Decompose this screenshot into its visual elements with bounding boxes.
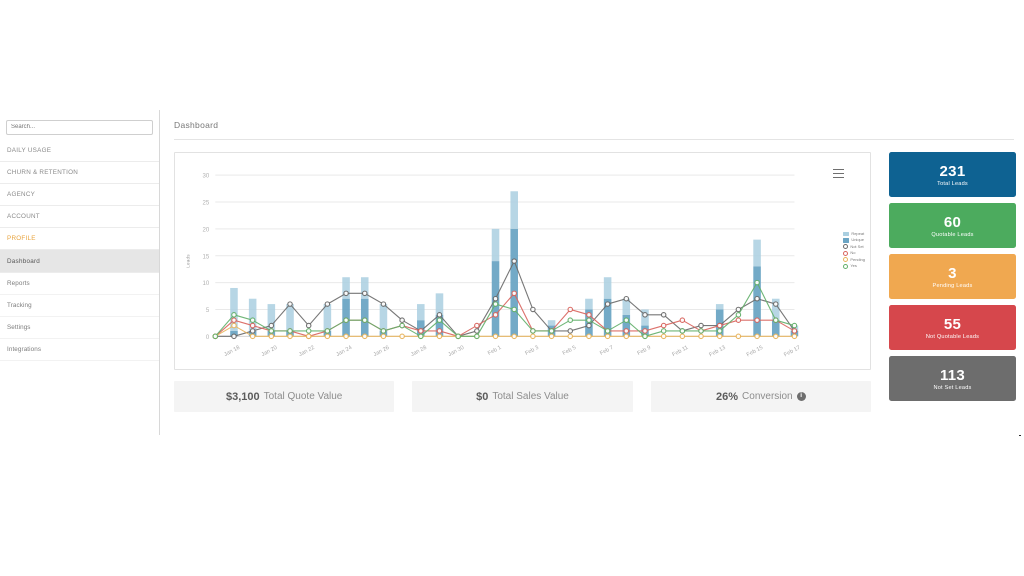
- sidebar-item-label: AGENCY: [7, 190, 36, 198]
- svg-text:10: 10: [203, 281, 210, 287]
- svg-text:5: 5: [206, 308, 210, 314]
- sidebar-item-tracking[interactable]: Tracking: [0, 294, 159, 317]
- stat-card-total-leads[interactable]: 231 Total Leads: [889, 152, 1016, 197]
- sidebar-nav: DAILY USAGE CHURN & RETENTION AGENCY ACCOUN…: [0, 139, 159, 362]
- svg-text:20: 20: [203, 227, 210, 233]
- summary-value: $0: [476, 390, 489, 403]
- legend-label: Yes: [850, 262, 857, 268]
- svg-text:Jan 20: Jan 20: [261, 345, 279, 358]
- summary-label: Total Quote Value: [263, 391, 343, 402]
- sidebar-item-integrations[interactable]: Integrations: [0, 339, 159, 362]
- sidebar-item-label: ACCOUNT: [7, 213, 40, 221]
- svg-text:30: 30: [203, 174, 210, 180]
- summary-box-conversion: 26% Conversion i: [650, 381, 871, 412]
- svg-text:Feb 13: Feb 13: [708, 345, 726, 359]
- stat-card-quotable-leads[interactable]: 60 Quotable Leads: [889, 203, 1016, 248]
- sidebar-item-daily-usage[interactable]: DAILY USAGE: [0, 139, 159, 162]
- sidebar-item-profile[interactable]: PROFILE: [0, 228, 159, 251]
- stat-card-not-set-leads[interactable]: 113 Not Set Leads: [889, 356, 1016, 401]
- sidebar-item-settings[interactable]: Settings: [0, 317, 159, 340]
- svg-text:Jan 24: Jan 24: [335, 345, 353, 358]
- svg-text:Feb 5: Feb 5: [562, 345, 578, 357]
- chart-column: Leads 0 5 10 15 20 25 30 Jan 18 Jan 20 Jan 22 Jan …: [174, 152, 871, 412]
- summary-box-total-quote-value: $3,100 Total Quote Value: [174, 381, 395, 412]
- summary-value: $3,100: [225, 390, 260, 403]
- svg-text:Feb 17: Feb 17: [783, 345, 801, 359]
- stat-cards-column: 231 Total Leads 60 Quotable Leads 3 Pending L…: [889, 152, 1016, 412]
- sidebar-item-label: Dashboard: [7, 257, 41, 265]
- svg-text:Jan 22: Jan 22: [298, 345, 316, 358]
- svg-text:Feb 3: Feb 3: [524, 345, 540, 357]
- stat-card-label: Not Quotable Leads: [925, 333, 980, 340]
- app-window: DAILY USAGE CHURN & RETENTION AGENCY ACCOUN…: [0, 110, 1024, 435]
- stat-card-pending-leads[interactable]: 3 Pending Leads: [889, 254, 1016, 299]
- stat-card-value: 55: [943, 315, 962, 333]
- stat-card-label: Total Leads: [937, 180, 968, 187]
- page-title: Dashboard: [174, 119, 219, 130]
- sidebar-item-label: Tracking: [7, 301, 32, 309]
- legend-item-yes[interactable]: Yes: [842, 262, 865, 269]
- stat-card-label: Not Set Leads: [933, 384, 972, 391]
- legend-marker-icon: [842, 263, 848, 269]
- sidebar-item-label: CHURN & RETENTION: [7, 168, 79, 176]
- chart-legend: Repeat Unique Not Set No Pending Yes: [842, 231, 865, 269]
- search-input[interactable]: [6, 119, 153, 135]
- svg-text:Jan 28: Jan 28: [410, 345, 428, 358]
- leads-chart-panel: Leads 0 5 10 15 20 25 30 Jan 18 Jan 20 Jan 22 Jan …: [174, 152, 871, 370]
- sidebar-item-account[interactable]: ACCOUNT: [0, 206, 159, 229]
- svg-text:Feb 1: Feb 1: [487, 345, 503, 357]
- stat-card-label: Quotable Leads: [931, 231, 974, 238]
- sidebar-item-label: PROFILE: [7, 235, 36, 243]
- legend-marker-icon: [842, 244, 848, 250]
- legend-marker-icon: [842, 257, 848, 263]
- summary-label: Total Sales Value: [492, 391, 569, 402]
- sidebar-item-dashboard[interactable]: Dashboard: [0, 250, 159, 273]
- dashboard-body: Leads 0 5 10 15 20 25 30 Jan 18 Jan 20 Jan 22 Jan …: [174, 140, 1016, 412]
- stat-card-value: 3: [948, 264, 957, 282]
- sidebar-item-label: Reports: [7, 279, 30, 287]
- page-header: Dashboard: [174, 110, 1014, 140]
- sidebar-item-label: Integrations: [7, 346, 42, 354]
- svg-text:Feb 11: Feb 11: [671, 345, 689, 358]
- svg-text:Jan 18: Jan 18: [223, 345, 241, 358]
- sidebar-item-agency[interactable]: AGENCY: [0, 183, 159, 207]
- sidebar-search: [0, 113, 159, 140]
- legend-swatch-icon: [842, 238, 849, 243]
- stat-card-not-quotable-leads[interactable]: 55 Not Quotable Leads: [889, 305, 1016, 350]
- svg-text:15: 15: [203, 254, 210, 260]
- stat-card-value: 231: [939, 162, 966, 180]
- sidebar-item-label: DAILY USAGE: [7, 146, 52, 154]
- summary-row: $3,100 Total Quote Value $0 Total Sales Val…: [174, 381, 871, 412]
- leads-chart-svg: 0 5 10 15 20 25 30 Jan 18 Jan 20 Jan 22 Jan 24 Jan …: [203, 174, 802, 359]
- svg-text:Jan 30: Jan 30: [447, 345, 465, 358]
- sidebar-item-label: Settings: [7, 324, 31, 332]
- svg-text:Feb 15: Feb 15: [746, 345, 764, 359]
- sidebar-item-reports[interactable]: Reports: [0, 272, 159, 295]
- svg-text:25: 25: [203, 201, 210, 207]
- stat-card-label: Pending Leads: [932, 282, 973, 289]
- svg-text:Feb 7: Feb 7: [599, 345, 615, 357]
- svg-text:Feb 9: Feb 9: [636, 345, 652, 357]
- sidebar-item-churn-retention[interactable]: CHURN & RETENTION: [0, 161, 159, 184]
- stat-card-value: 113: [939, 366, 966, 384]
- svg-text:0: 0: [206, 335, 210, 341]
- svg-text:Jan 26: Jan 26: [373, 345, 391, 358]
- legend-marker-icon: [842, 250, 848, 256]
- main-content: Dashboard Leads 0 5 10 15 20 25 30 Jan 18 Jan 20…: [160, 110, 1024, 435]
- legend-swatch-icon: [842, 231, 849, 237]
- stat-card-value: 60: [943, 213, 962, 231]
- sidebar: DAILY USAGE CHURN & RETENTION AGENCY ACCOUN…: [0, 110, 160, 435]
- summary-value: 26%: [716, 390, 739, 403]
- info-icon[interactable]: i: [796, 392, 806, 401]
- summary-box-total-sales-value: $0 Total Sales Value: [412, 381, 633, 412]
- summary-label: Conversion: [742, 391, 793, 402]
